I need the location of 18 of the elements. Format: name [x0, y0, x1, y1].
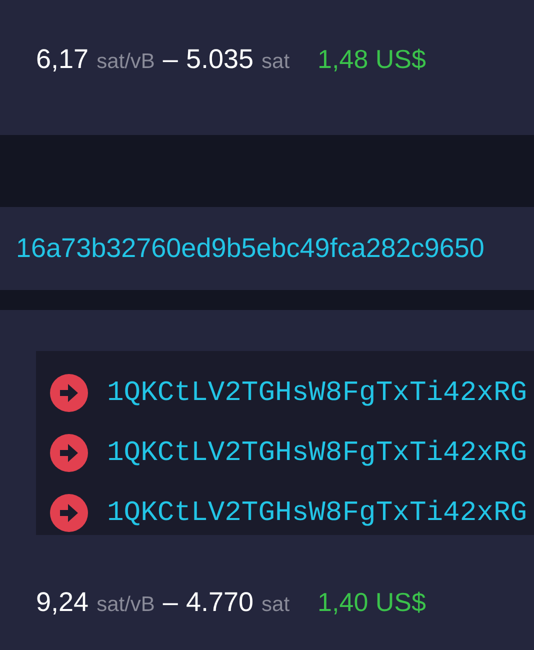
- fee-rate-unit: sat/vB: [96, 593, 155, 617]
- arrow-right-icon: [50, 494, 88, 532]
- arrow-right-icon: [50, 434, 88, 472]
- separator: –: [162, 587, 178, 618]
- fee-amount: 5.035: [186, 44, 254, 75]
- fiat-value: 1,48 US$: [318, 44, 426, 75]
- arrow-right-icon: [50, 374, 88, 412]
- address-link[interactable]: 1QKCtLV2TGHsW8FgTxTi42xRG: [107, 498, 528, 528]
- fiat-value: 1,40 US$: [318, 587, 426, 618]
- fee-rate: 9,24: [36, 587, 89, 618]
- fee-rate-unit: sat/vB: [96, 50, 155, 74]
- fee-amount: 4.770: [186, 587, 254, 618]
- address-link[interactable]: 1QKCtLV2TGHsW8FgTxTi42xRG: [107, 438, 528, 468]
- fee-amount-unit: sat: [262, 50, 290, 74]
- fee-amount-unit: sat: [262, 593, 290, 617]
- fee-rate: 6,17: [36, 44, 89, 75]
- separator: –: [162, 44, 178, 75]
- address-link[interactable]: 1QKCtLV2TGHsW8FgTxTi42xRG: [107, 378, 528, 408]
